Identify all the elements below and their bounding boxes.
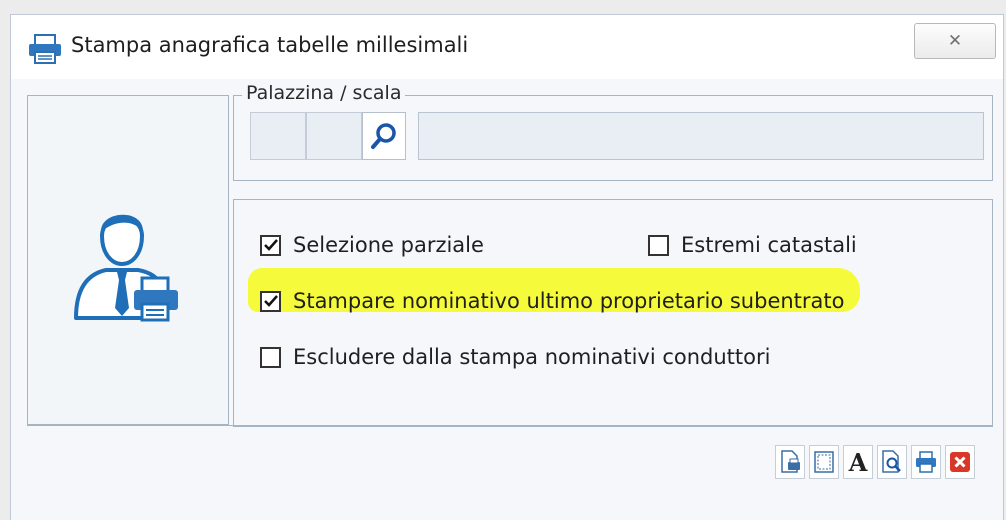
close-icon: ✕: [947, 31, 963, 51]
options-group: Selezione parziale Estremi catastali Sta…: [233, 199, 993, 427]
margins-icon: [814, 451, 834, 473]
title-bar: Stampa anagrafica tabelle millesimali ✕: [11, 15, 1003, 79]
print-preview-icon: [882, 450, 901, 473]
selezione-parziale-checkbox[interactable]: [260, 234, 281, 256]
estremi-catastali-label: Estremi catastali: [681, 233, 857, 257]
cancel-button[interactable]: [945, 445, 975, 479]
print-button[interactable]: [911, 445, 941, 479]
margins-button[interactable]: [809, 445, 839, 479]
font-icon: A: [848, 449, 868, 475]
print-dialog-window: Stampa anagrafica tabelle millesimali ✕ …: [10, 14, 1004, 520]
svg-text:A: A: [848, 449, 868, 475]
selezione-parziale-label: Selezione parziale: [293, 233, 484, 257]
stampare-nominativo-option[interactable]: Stampare nominativo ultimo proprietario …: [260, 286, 845, 316]
scala-code-field[interactable]: [306, 112, 362, 160]
palazzina-legend: Palazzina / scala: [242, 82, 406, 104]
printer-icon: [29, 34, 61, 64]
print-toolbar: A: [775, 445, 975, 479]
palazzina-description-field: [418, 112, 984, 160]
estremi-catastali-option[interactable]: Estremi catastali: [648, 230, 857, 260]
stampare-nominativo-label: Stampare nominativo ultimo proprietario …: [293, 289, 845, 313]
stampare-nominativo-checkbox[interactable]: [260, 290, 281, 312]
page-setup-button[interactable]: [775, 445, 805, 479]
printer-icon: [916, 451, 936, 473]
palazzina-group: Palazzina / scala: [233, 82, 993, 181]
search-icon: [371, 123, 396, 149]
escludere-conduttori-label: Escludere dalla stampa nominativi condut…: [293, 345, 771, 369]
print-preview-button[interactable]: [877, 445, 907, 479]
page-setup-icon: [781, 450, 800, 473]
checkmark-icon: [263, 295, 278, 307]
close-button[interactable]: ✕: [914, 23, 996, 59]
font-button[interactable]: A: [843, 445, 873, 479]
window-title: Stampa anagrafica tabelle millesimali: [71, 33, 469, 57]
escludere-conduttori-checkbox[interactable]: [260, 346, 281, 368]
footer-divider: [27, 425, 993, 426]
lookup-button[interactable]: [362, 112, 406, 160]
user-printer-icon: [74, 214, 178, 322]
palazzina-code-field[interactable]: [250, 112, 306, 160]
checkmark-icon: [263, 239, 278, 251]
close-red-icon: [950, 452, 970, 472]
estremi-catastali-checkbox[interactable]: [648, 234, 669, 256]
selezione-parziale-option[interactable]: Selezione parziale: [260, 230, 484, 260]
report-icon-panel: [27, 95, 229, 425]
escludere-conduttori-option[interactable]: Escludere dalla stampa nominativi condut…: [260, 342, 770, 372]
